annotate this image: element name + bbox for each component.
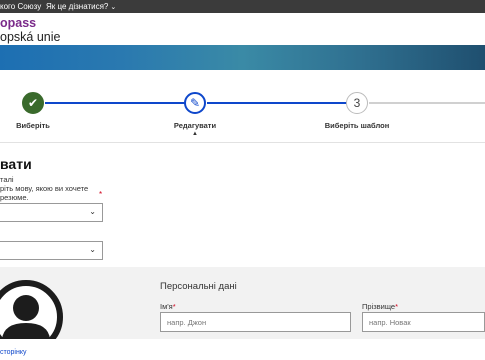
- step-1-label: Виберіть: [16, 121, 50, 130]
- details-text: талі ріть мову, якою ви хочете резюме.: [0, 175, 110, 202]
- required-mark: *: [99, 190, 103, 199]
- details-heading: талі: [0, 175, 14, 184]
- chevron-down-icon: ⌄: [89, 207, 96, 216]
- chevron-down-icon: ⌄: [110, 4, 117, 11]
- step-2-label: Редагувати: [173, 121, 217, 130]
- step-1-check-icon[interactable]: ✔: [22, 92, 44, 114]
- stepper-line-pending: [369, 102, 485, 104]
- eu-link[interactable]: кого Союзу: [0, 0, 41, 13]
- personal-data-heading: Персональні дані: [160, 281, 237, 292]
- page-title: вати: [0, 156, 32, 172]
- avatar-icon: [0, 280, 63, 339]
- stepper-line-completed: [45, 102, 185, 104]
- details-line-2: резюме.: [0, 193, 29, 202]
- chevron-down-icon: ⌄: [89, 245, 96, 254]
- first-name-field[interactable]: [160, 312, 351, 332]
- stepper-line-active: [207, 102, 347, 104]
- last-name-label: Прізвище*: [362, 302, 399, 311]
- history-link[interactable]: сторінку: [0, 349, 26, 356]
- step-3-label: Виберіть шаблон: [324, 121, 390, 130]
- profile-photo-placeholder[interactable]: [0, 277, 66, 339]
- active-step-caret-icon: ▲: [192, 131, 198, 137]
- last-name-field[interactable]: [362, 312, 485, 332]
- step-2-pencil-icon[interactable]: ✎: [184, 92, 206, 114]
- how-to-find-menu[interactable]: Як це дізнатися? ⌄: [46, 0, 116, 14]
- brand-subtitle: opská unie: [0, 30, 61, 44]
- progress-stepper: ✔ ✎ 3 Виберіть Редагувати Виберіть шабло…: [0, 70, 485, 143]
- first-name-label: Ім'я*: [160, 302, 176, 311]
- how-to-find-label: Як це дізнатися?: [46, 2, 109, 11]
- secondary-select[interactable]: ⌄: [0, 241, 103, 260]
- brand-name: opass: [0, 16, 37, 30]
- step-3-number[interactable]: 3: [346, 92, 368, 114]
- details-line-1: ріть мову, якою ви хочете: [0, 184, 89, 193]
- header-banner: [0, 45, 485, 70]
- top-bar: кого Союзу Як це дізнатися? ⌄: [0, 0, 485, 13]
- language-select[interactable]: ⌄: [0, 203, 103, 222]
